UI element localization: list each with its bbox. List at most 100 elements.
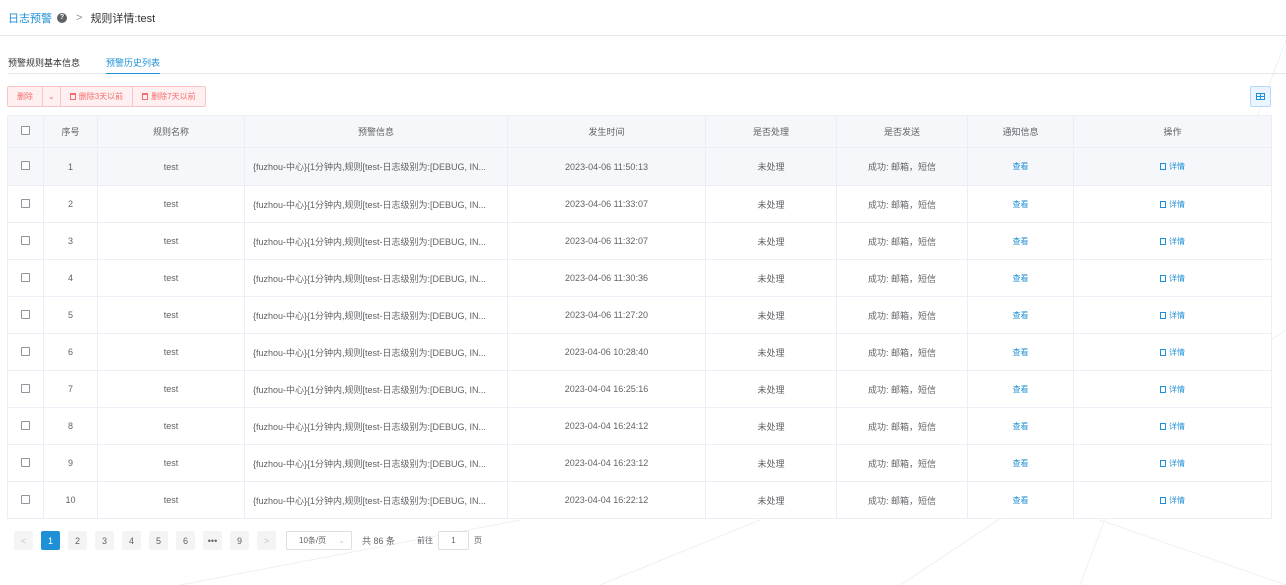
table-row[interactable]: 8 test {fuzhou-中心}{1分钟内,规则[test-日志级别为:[DEB… (7, 407, 1272, 445)
page-2-button[interactable]: 2 (68, 531, 87, 550)
row-select-cell (7, 296, 44, 334)
cell-time: 2023-04-06 11:30:36 (507, 259, 706, 297)
row-checkbox[interactable] (21, 346, 30, 356)
cell-no: 6 (43, 333, 98, 371)
delete-dropdown-button[interactable]: ⌄ (43, 86, 61, 107)
table-body: 1 test {fuzhou-中心}{1分钟内,规则[test-日志级别为:[DEB… (7, 147, 1272, 519)
document-icon (1160, 385, 1166, 393)
cell-alert-info: {fuzhou-中心}{1分钟内,规则[test-日志级别为:[DEBUG, I… (244, 407, 508, 445)
row-select-cell (7, 481, 44, 519)
breadcrumb: 规则详情:test (90, 12, 156, 25)
row-select-cell (7, 222, 44, 260)
detail-link[interactable]: 详情 (1160, 495, 1185, 506)
view-link[interactable]: 查看 (1013, 385, 1029, 394)
cell-actions: 详情 (1073, 370, 1272, 408)
next-page-button[interactable]: > (257, 531, 276, 550)
cell-handled: 未处理 (705, 185, 837, 223)
cell-rule-name: test (97, 185, 245, 223)
page-9-button[interactable]: 9 (230, 531, 249, 550)
app-title[interactable]: 日志预警 (8, 10, 52, 26)
cell-notify: 查看 (967, 370, 1074, 408)
row-checkbox[interactable] (21, 198, 30, 208)
view-link[interactable]: 查看 (1013, 311, 1029, 320)
detail-link[interactable]: 详情 (1160, 161, 1185, 172)
cell-sent: 成功: 邮箱，短信 (836, 147, 968, 186)
row-select-cell (7, 370, 44, 408)
cell-handled: 未处理 (705, 259, 837, 297)
cell-actions: 详情 (1073, 407, 1272, 445)
cell-rule-name: test (97, 481, 245, 519)
table-row[interactable]: 5 test {fuzhou-中心}{1分钟内,规则[test-日志级别为:[DEB… (7, 296, 1272, 334)
row-checkbox[interactable] (21, 494, 30, 504)
table-row[interactable]: 9 test {fuzhou-中心}{1分钟内,规则[test-日志级别为:[DEB… (7, 444, 1272, 482)
row-checkbox[interactable] (21, 309, 30, 319)
goto-page-input[interactable] (438, 531, 470, 550)
page-4-button[interactable]: 4 (122, 531, 141, 550)
column-header-alert-info: 预警信息 (244, 115, 508, 148)
help-icon[interactable]: ? (57, 12, 67, 23)
document-icon (1160, 200, 1166, 208)
detail-link[interactable]: 详情 (1160, 273, 1185, 284)
more-pages-button[interactable]: ••• (203, 531, 222, 550)
row-checkbox[interactable] (21, 457, 30, 467)
view-link[interactable]: 查看 (1013, 274, 1029, 283)
row-checkbox[interactable] (21, 235, 30, 245)
delete-3days-button[interactable]: 删除3天以前 (60, 86, 134, 107)
cell-notify: 查看 (967, 444, 1074, 482)
cell-rule-name: test (97, 444, 245, 482)
page-3-button[interactable]: 3 (95, 531, 114, 550)
view-link[interactable]: 查看 (1013, 200, 1029, 209)
row-select-cell (7, 407, 44, 445)
cell-sent: 成功: 邮箱，短信 (836, 222, 968, 260)
document-icon (1160, 311, 1166, 319)
page-1-button[interactable]: 1 (41, 531, 60, 550)
detail-link[interactable]: 详情 (1160, 310, 1185, 321)
column-header-sent: 是否发送 (836, 115, 968, 148)
document-icon (1160, 237, 1166, 245)
detail-link[interactable]: 详情 (1160, 236, 1185, 247)
tab-rule-info[interactable]: 预警规则基本信息 (8, 50, 80, 74)
table-row[interactable]: 3 test {fuzhou-中心}{1分钟内,规则[test-日志级别为:[DEB… (7, 222, 1272, 260)
view-link[interactable]: 查看 (1013, 348, 1029, 357)
column-settings-button[interactable] (1250, 86, 1271, 107)
cell-sent: 成功: 邮箱，短信 (836, 296, 968, 334)
table-row[interactable]: 10 test {fuzhou-中心}{1分钟内,规则[test-日志级别为:[DE… (7, 481, 1272, 519)
row-checkbox[interactable] (21, 420, 30, 430)
detail-link[interactable]: 详情 (1160, 421, 1185, 432)
page-6-button[interactable]: 6 (176, 531, 195, 550)
cell-alert-info: {fuzhou-中心}{1分钟内,规则[test-日志级别为:[DEBUG, I… (244, 444, 508, 482)
table-row[interactable]: 2 test {fuzhou-中心}{1分钟内,规则[test-日志级别为:[DEB… (7, 185, 1272, 223)
cell-alert-info: {fuzhou-中心}{1分钟内,规则[test-日志级别为:[DEBUG, I… (244, 333, 508, 371)
detail-link[interactable]: 详情 (1160, 199, 1185, 210)
detail-link[interactable]: 详情 (1160, 458, 1185, 469)
delete-7days-button[interactable]: 删除7天以前 (133, 86, 206, 107)
page-size-select[interactable]: 10条/页 ⌄ (286, 531, 352, 550)
prev-page-button[interactable]: < (14, 531, 33, 550)
cell-no: 8 (43, 407, 98, 445)
view-link[interactable]: 查看 (1013, 496, 1029, 505)
table-row[interactable]: 1 test {fuzhou-中心}{1分钟内,规则[test-日志级别为:[DEB… (7, 147, 1272, 186)
page-5-button[interactable]: 5 (149, 531, 168, 550)
view-link[interactable]: 查看 (1013, 459, 1029, 468)
row-checkbox[interactable] (21, 272, 30, 282)
cell-notify: 查看 (967, 147, 1074, 186)
document-icon (1160, 422, 1166, 430)
row-select-cell (7, 333, 44, 371)
table-row[interactable]: 4 test {fuzhou-中心}{1分钟内,规则[test-日志级别为:[DEB… (7, 259, 1272, 297)
delete-button[interactable]: 删除 (7, 86, 43, 107)
cell-time: 2023-04-04 16:22:12 (507, 481, 706, 519)
detail-link[interactable]: 详情 (1160, 347, 1185, 358)
tab-alert-history[interactable]: 预警历史列表 (106, 50, 161, 74)
view-link[interactable]: 查看 (1013, 422, 1029, 431)
view-link[interactable]: 查看 (1013, 162, 1029, 171)
cell-alert-info: {fuzhou-中心}{1分钟内,规则[test-日志级别为:[DEBUG, I… (244, 259, 508, 297)
row-checkbox[interactable] (21, 383, 30, 393)
row-select-cell (7, 185, 44, 223)
select-all-checkbox[interactable] (21, 126, 30, 135)
table-row[interactable]: 6 test {fuzhou-中心}{1分钟内,规则[test-日志级别为:[DEB… (7, 333, 1272, 371)
cell-rule-name: test (97, 370, 245, 408)
view-link[interactable]: 查看 (1013, 237, 1029, 246)
detail-link[interactable]: 详情 (1160, 384, 1185, 395)
row-checkbox[interactable] (21, 161, 30, 170)
table-row[interactable]: 7 test {fuzhou-中心}{1分钟内,规则[test-日志级别为:[DEB… (7, 370, 1272, 408)
